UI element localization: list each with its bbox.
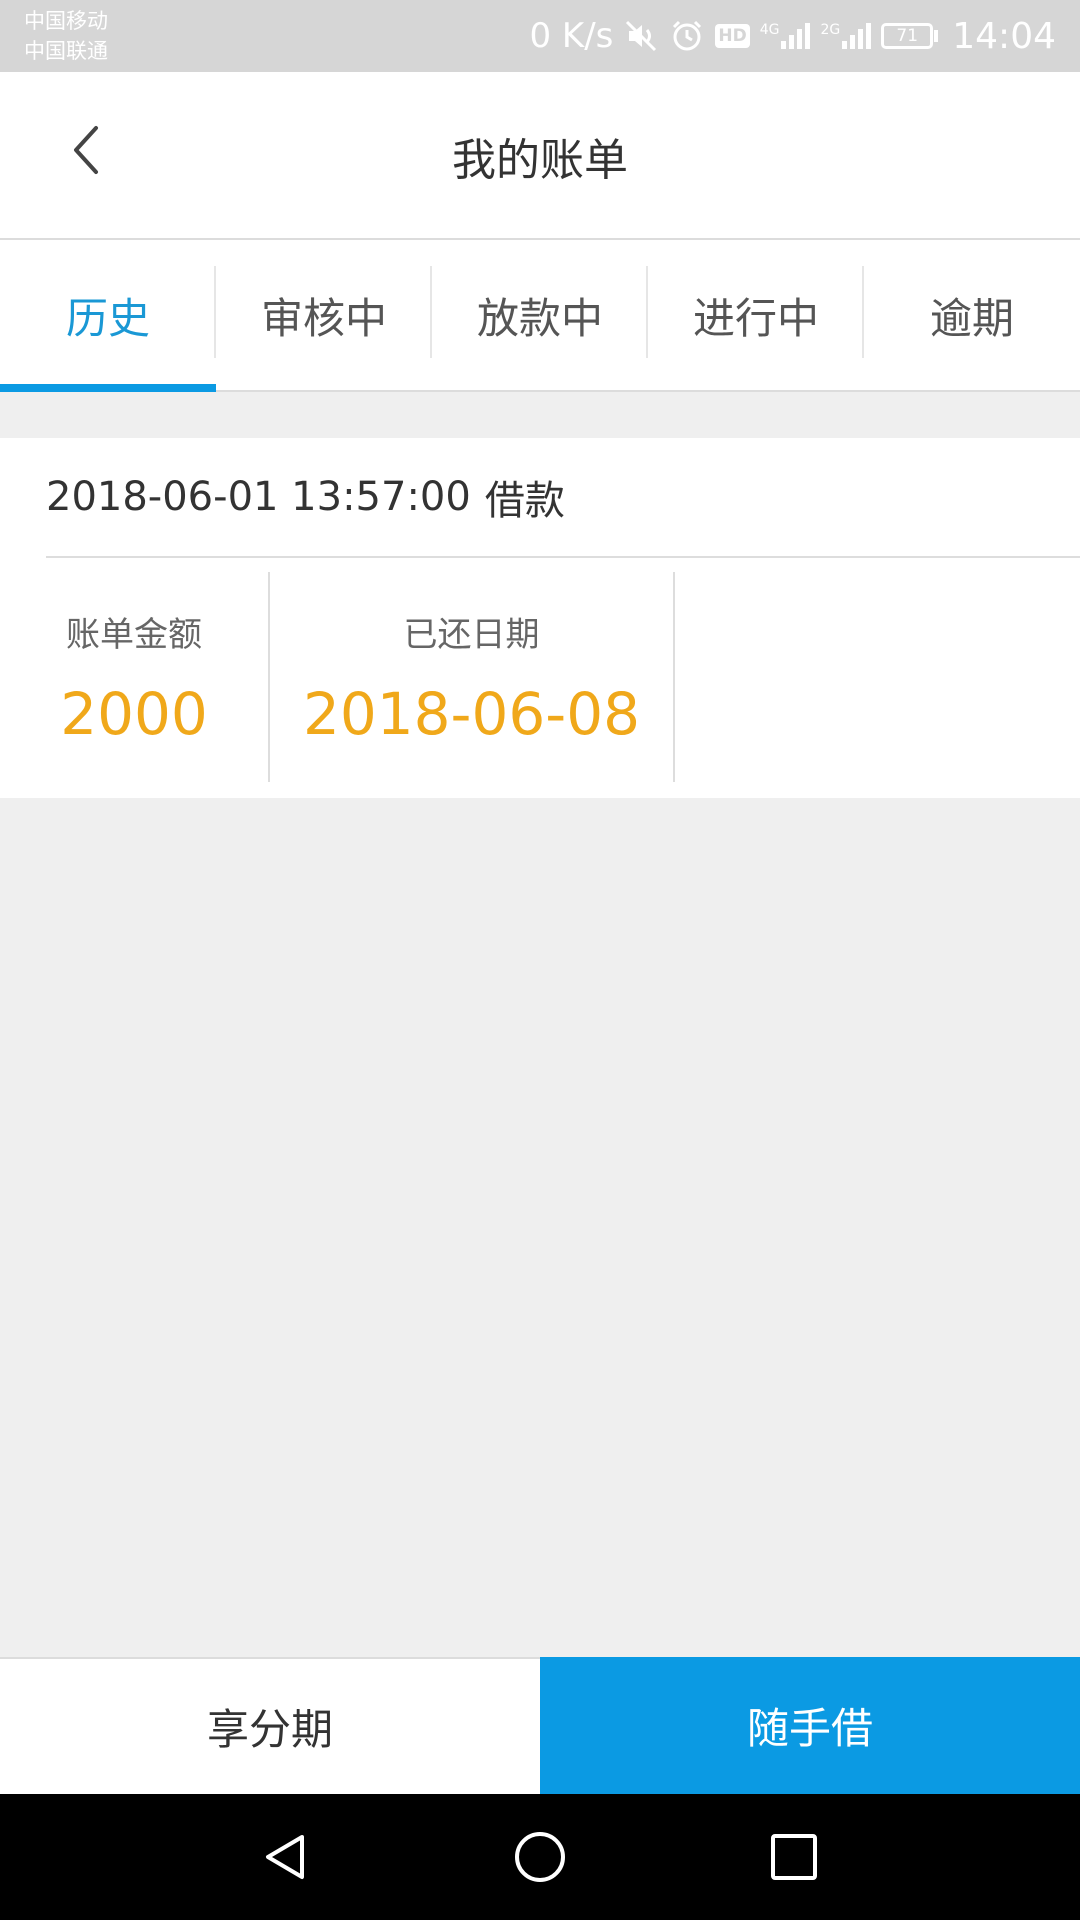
bill-type: 借款 xyxy=(484,478,565,524)
hd-icon: HD xyxy=(715,24,750,48)
network-speed: 0 K/s xyxy=(529,16,614,56)
page-title: 我的账单 xyxy=(452,135,628,186)
carrier-secondary: 中国联通 xyxy=(24,39,108,63)
alarm-icon xyxy=(669,18,705,54)
tab-label: 审核中 xyxy=(260,293,387,343)
bill-card[interactable]: 2018-06-01 13:57:00 借款 账单金额 2000 已还日期 20… xyxy=(0,438,1080,798)
status-time: 14:04 xyxy=(952,15,1056,57)
battery-icon: 71 xyxy=(881,23,939,49)
tab-history[interactable]: 历史 xyxy=(0,240,216,392)
bill-amount-value: 2000 xyxy=(60,679,208,748)
tab-overdue[interactable]: 逾期 xyxy=(864,240,1080,390)
bill-status-tabs: 历史 审核中 放款中 进行中 逾期 xyxy=(0,240,1080,392)
tab-label: 历史 xyxy=(65,293,150,343)
carrier-info: 中国移动 中国联通 xyxy=(24,6,108,66)
tab-label: 逾期 xyxy=(929,293,1014,343)
repaid-date-label: 已还日期 xyxy=(403,614,540,655)
tab-label: 放款中 xyxy=(476,293,603,343)
active-tab-indicator xyxy=(0,384,216,392)
repaid-date-cell: 已还日期 2018-06-08 xyxy=(270,572,675,782)
status-bar: 中国移动 中国联通 0 K/s HD 4G 2G 71 14:04 xyxy=(0,0,1080,72)
tab-in-progress[interactable]: 进行中 xyxy=(648,240,864,390)
bill-amount-cell: 账单金额 2000 xyxy=(0,572,270,782)
bill-amount-label: 账单金额 xyxy=(66,614,202,655)
bill-datetime: 2018-06-01 13:57:00 xyxy=(46,474,471,520)
signal-2g-label: 2G xyxy=(820,22,841,38)
status-indicators: 0 K/s HD 4G 2G 71 14:04 xyxy=(529,0,1056,72)
tab-label: 进行中 xyxy=(692,293,819,343)
tab-under-review[interactable]: 审核中 xyxy=(216,240,432,390)
nav-home-button[interactable] xyxy=(508,1825,572,1889)
installment-button[interactable]: 享分期 xyxy=(0,1657,540,1794)
repaid-date-value: 2018-06-08 xyxy=(302,679,641,748)
hd-badge: HD xyxy=(715,24,750,48)
home-circle-icon xyxy=(515,1832,565,1882)
battery-level: 71 xyxy=(881,23,934,49)
back-triangle-icon xyxy=(266,1835,304,1879)
borrow-button[interactable]: 随手借 xyxy=(540,1657,1080,1794)
bill-details: 账单金额 2000 已还日期 2018-06-08 xyxy=(0,572,1080,782)
recents-square-icon xyxy=(771,1834,817,1880)
signal-2g-icon: 2G xyxy=(820,22,872,49)
system-nav-bar xyxy=(0,1794,1080,1920)
carrier-primary: 中国移动 xyxy=(24,9,108,33)
mute-icon xyxy=(623,18,659,54)
tab-disbursing[interactable]: 放款中 xyxy=(432,240,648,390)
signal-4g-icon: 4G xyxy=(760,23,811,49)
nav-back-button[interactable] xyxy=(254,1825,318,1889)
signal-4g-label: 4G xyxy=(759,22,780,38)
nav-recents-button[interactable] xyxy=(762,1825,826,1889)
app-header: 我的账单 xyxy=(0,72,1080,240)
bottom-actions: 享分期 随手借 xyxy=(0,1657,1080,1794)
bill-header: 2018-06-01 13:57:00 借款 xyxy=(46,438,1080,558)
